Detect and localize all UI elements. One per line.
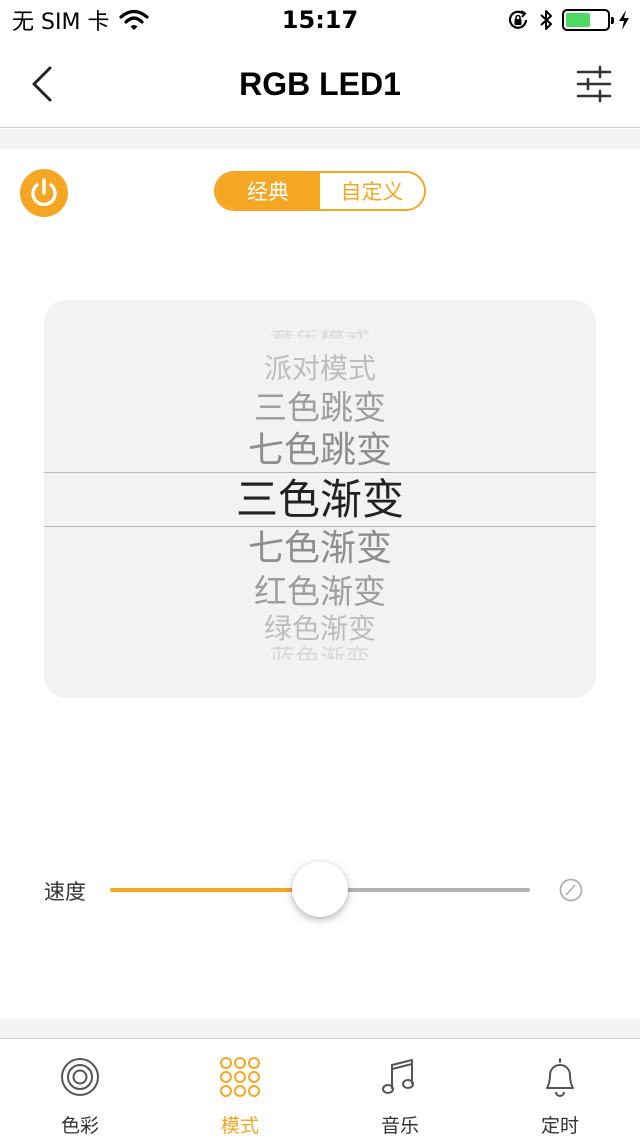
tab-mode-label: 模式	[220, 1115, 259, 1136]
bell-icon	[546, 1058, 574, 1097]
speed-gauge-icon	[559, 878, 583, 902]
charging-bolt-icon	[619, 10, 629, 30]
rotation-lock-icon	[508, 10, 528, 29]
screen: 无 SIM 卡 15:17 RGB LED1 经典 自定义 音乐模式 派对模式 …	[0, 0, 640, 1136]
picker-item-selected[interactable]: 三色渐变	[44, 476, 596, 524]
power-button[interactable]	[20, 169, 68, 217]
music-note-icon	[382, 1059, 414, 1094]
status-right	[506, 6, 630, 34]
picker-item[interactable]: 红色渐变	[44, 572, 596, 612]
settings-sliders-button[interactable]	[576, 64, 612, 104]
picker-selection-line-top	[44, 472, 596, 473]
battery-icon	[562, 9, 614, 31]
picker-item[interactable]: 蓝色渐变	[44, 646, 596, 660]
picker-item[interactable]: 七色跳变	[44, 430, 596, 472]
tab-timer[interactable]: 定时	[480, 1039, 640, 1136]
tab-color[interactable]: 色彩	[0, 1039, 160, 1136]
picker-item[interactable]: 绿色渐变	[44, 613, 596, 645]
speed-track-empty[interactable]	[320, 888, 530, 892]
nav-bar: RGB LED1	[0, 40, 640, 128]
speed-slider-thumb[interactable]	[292, 861, 348, 917]
mode-picker[interactable]: 音乐模式 派对模式 三色跳变 七色跳变 三色渐变 七色渐变 红色渐变 绿色渐变 …	[44, 300, 596, 698]
tab-bar-gap	[0, 1018, 640, 1038]
status-bar: 无 SIM 卡 15:17	[0, 0, 640, 40]
page-title: RGB LED1	[239, 66, 401, 102]
tab-timer-label: 定时	[540, 1115, 579, 1136]
tab-music-label: 音乐	[380, 1115, 419, 1136]
mode-segmented-control: 经典 自定义	[214, 171, 426, 211]
picker-selection-line-bottom	[44, 526, 596, 527]
picker-item[interactable]: 七色渐变	[44, 528, 596, 570]
color-wheel-icon	[61, 1058, 99, 1096]
tab-music[interactable]: 音乐	[320, 1039, 480, 1136]
bluetooth-icon	[540, 10, 552, 30]
tab-color-label: 色彩	[60, 1115, 99, 1136]
tab-bar: 色彩 模式 音乐 定时	[0, 1038, 640, 1136]
speed-track-filled[interactable]	[110, 888, 320, 892]
sliders-icon	[576, 65, 612, 103]
picker-item[interactable]: 音乐模式	[44, 330, 596, 339]
speed-label: 速度	[44, 880, 86, 904]
picker-item[interactable]: 派对模式	[44, 352, 596, 386]
segment-classic[interactable]: 经典	[216, 173, 320, 209]
dots-grid-icon	[220, 1057, 260, 1097]
tab-mode[interactable]: 模式	[160, 1039, 320, 1136]
header-divider-strip	[0, 129, 640, 149]
segment-custom[interactable]: 自定义	[320, 173, 424, 209]
picker-item[interactable]: 三色跳变	[44, 388, 596, 428]
power-icon	[31, 178, 57, 207]
battery-level	[566, 13, 590, 27]
